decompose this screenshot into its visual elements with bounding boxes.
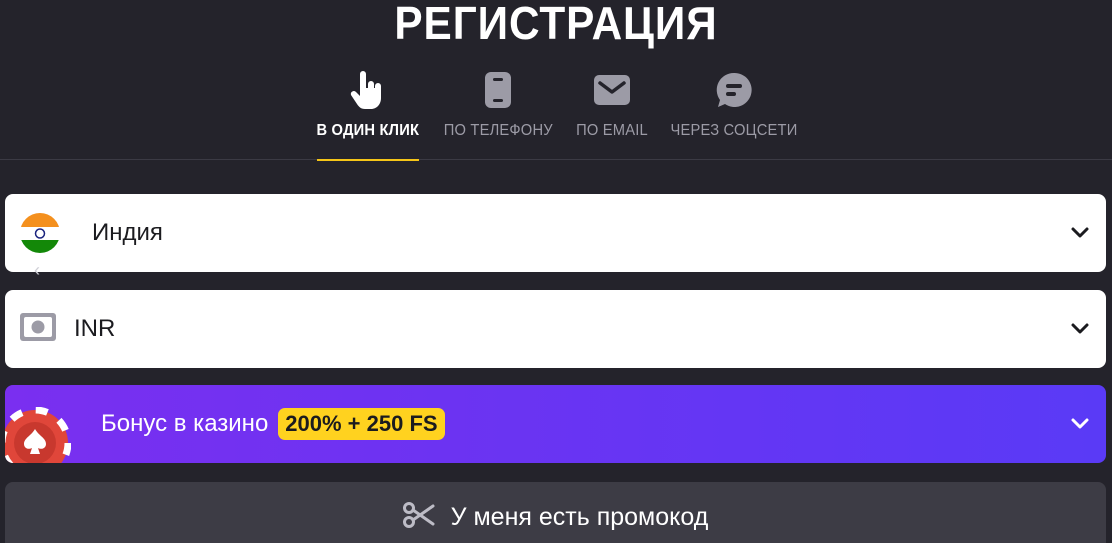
currency-value: INR <box>74 315 116 342</box>
chevron-down-icon <box>1071 227 1089 238</box>
bonus-badge: 200% + 250 FS <box>278 408 445 440</box>
tab-social[interactable]: ЧЕРЕЗ СОЦСЕТИ <box>670 66 798 160</box>
phone-icon <box>476 68 520 112</box>
promo-code-label: У меня есть промокод <box>450 502 709 531</box>
country-select[interactable]: Индия <box>5 194 1106 272</box>
tab-phone-label: ПО ТЕЛЕФОНУ <box>443 122 553 139</box>
chat-bubble-icon <box>712 68 756 112</box>
currency-select[interactable]: INR <box>5 290 1106 368</box>
chevron-left-icon: ‹ <box>34 260 40 280</box>
scissors-icon <box>402 501 435 533</box>
bonus-label: Бонус в казино <box>101 410 269 437</box>
banknote-icon <box>20 312 56 346</box>
page-title: РЕГИСТРАЦИЯ <box>394 0 718 49</box>
chevron-down-icon <box>1071 418 1089 429</box>
country-value: Индия <box>92 219 163 246</box>
india-flag-icon <box>20 213 60 253</box>
casino-chip-icon <box>5 406 72 463</box>
tab-email-label: ПО EMAIL <box>576 122 648 139</box>
bonus-select[interactable]: Бонус в казино 200% + 250 FS <box>5 385 1106 463</box>
envelope-icon <box>590 68 634 112</box>
promo-code-button[interactable]: У меня есть промокод <box>5 482 1106 543</box>
tab-phone[interactable]: ПО ТЕЛЕФОНУ <box>443 66 553 160</box>
tab-one-click[interactable]: В ОДИН КЛИК <box>316 66 420 161</box>
hand-pointer-icon <box>346 68 390 112</box>
tab-social-label: ЧЕРЕЗ СОЦСЕТИ <box>670 122 798 139</box>
tab-email[interactable]: ПО EMAIL <box>576 66 648 160</box>
chevron-down-icon <box>1071 323 1089 334</box>
tab-one-click-label: В ОДИН КЛИК <box>316 122 420 139</box>
registration-tabs: В ОДИН КЛИК ПО ТЕЛЕФОНУ ПО EMAIL ЧЕРЕЗ С… <box>0 66 1112 161</box>
